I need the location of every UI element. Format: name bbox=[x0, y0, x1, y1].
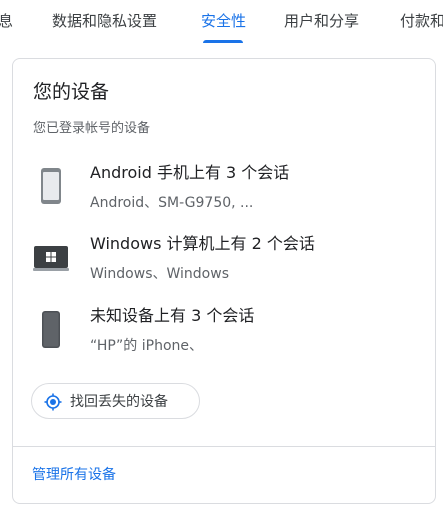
your-devices-card: 您的设备 您已登录帐号的设备 Android 手机上有 3 个会话 Androi… bbox=[12, 58, 436, 504]
tab-payments[interactable]: 付款和 bbox=[400, 11, 443, 31]
device-title: Windows 计算机上有 2 个会话 bbox=[90, 234, 315, 253]
manage-all-devices-link[interactable]: 管理所有设备 bbox=[32, 465, 116, 485]
windows-laptop-icon bbox=[33, 246, 69, 271]
tab-people-sharing[interactable]: 用户和分享 bbox=[284, 11, 359, 31]
device-row-unknown[interactable]: 未知设备上有 3 个会话 “HP”的 iPhone、 bbox=[13, 305, 437, 365]
location-target-icon bbox=[44, 393, 62, 411]
find-lost-device-label: 找回丢失的设备 bbox=[70, 394, 168, 410]
device-row-android[interactable]: Android 手机上有 3 个会话 Android、SM-G9750, ... bbox=[13, 162, 437, 222]
card-title: 您的设备 bbox=[33, 81, 110, 103]
divider bbox=[13, 446, 435, 447]
tab-security[interactable]: 安全性 bbox=[201, 11, 246, 31]
find-lost-device-button[interactable]: 找回丢失的设备 bbox=[31, 383, 200, 419]
device-subtitle: “HP”的 iPhone、 bbox=[90, 338, 204, 354]
top-tabs: 息 数据和隐私设置 安全性 用户和分享 付款和 bbox=[0, 0, 443, 44]
device-title: 未知设备上有 3 个会话 bbox=[90, 306, 255, 325]
device-subtitle: Windows、Windows bbox=[90, 266, 229, 282]
device-subtitle: Android、SM-G9750, ... bbox=[90, 195, 254, 211]
tab-data-privacy[interactable]: 数据和隐私设置 bbox=[52, 11, 157, 31]
phone-dark-icon bbox=[42, 311, 60, 348]
tab-personal-info[interactable]: 息 bbox=[0, 11, 13, 31]
card-subtitle: 您已登录帐号的设备 bbox=[33, 121, 151, 136]
active-tab-indicator bbox=[203, 40, 243, 43]
device-title: Android 手机上有 3 个会话 bbox=[90, 163, 290, 182]
phone-icon bbox=[41, 168, 61, 204]
device-row-windows[interactable]: Windows 计算机上有 2 个会话 Windows、Windows bbox=[13, 233, 437, 293]
